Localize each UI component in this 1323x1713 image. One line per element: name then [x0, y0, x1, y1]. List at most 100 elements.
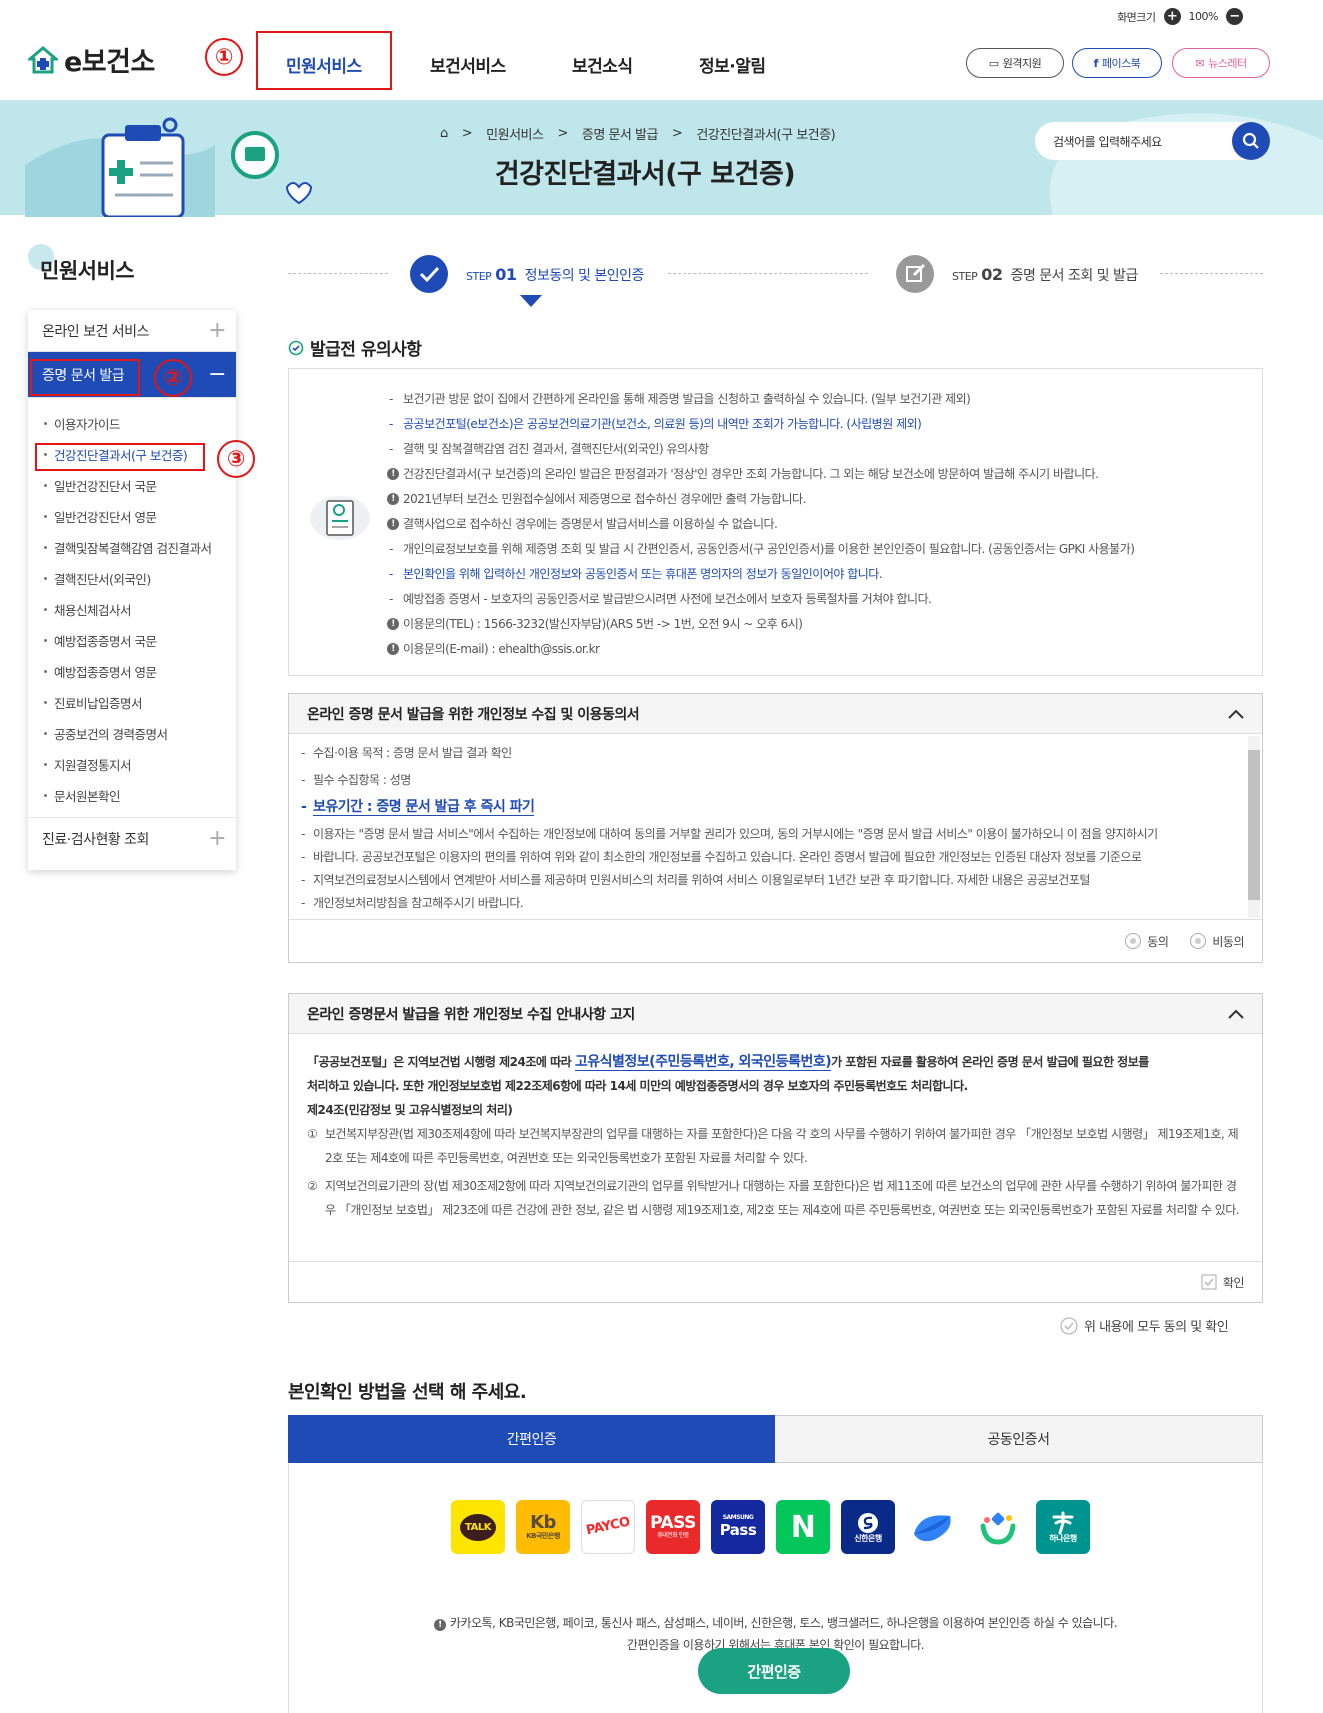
kakao-icon[interactable]: TALK	[451, 1500, 505, 1554]
consent-required: 필수 수집항목 : 성명	[289, 769, 1238, 792]
notice-item: 2021년부터 보건소 민원접수실에서 제증명으로 접수하신 경우에만 출력 가…	[387, 487, 1262, 512]
submenu-item[interactable]: 예방접종증명서 국문	[28, 625, 236, 656]
submenu-item[interactable]: 진료비납입증명서	[28, 687, 236, 718]
law-intro: 「공공보건포털」은 지역보건법 시행령 제24조에 따라 고유식별정보(주민등록…	[307, 1054, 1149, 1071]
submenu-item[interactable]: 지원결정통지서	[28, 749, 236, 780]
submenu-item[interactable]: 문서원본확인	[28, 780, 236, 811]
breadcrumb-item[interactable]: 민원서비스	[486, 124, 544, 143]
banksalad-icon[interactable]	[971, 1500, 1025, 1554]
submenu-item[interactable]: 결핵및잠복결핵감염 검진결과서	[28, 532, 236, 563]
hana-bank-icon[interactable]: 하나은행	[1036, 1500, 1090, 1554]
step1-check-icon	[410, 255, 448, 293]
nav-item-news[interactable]: 보건소식	[572, 52, 633, 77]
chevron-up-icon[interactable]	[1228, 709, 1244, 719]
newsletter-button[interactable]: ✉ 뉴스레터	[1172, 48, 1270, 78]
logo-text: e보건소	[64, 47, 155, 78]
search-icon	[1242, 132, 1259, 149]
law-header[interactable]: 온라인 증명문서 발급을 위한 개인정보 수집 안내사항 고지	[289, 994, 1262, 1034]
submenu-item[interactable]: 일반건강진단서 국문	[28, 470, 236, 501]
notice-item: 결핵 및 잠복결핵감염 검진 결과서, 결핵진단서(외국인) 유의사항	[389, 437, 1262, 462]
breadcrumb-item[interactable]: 증명 문서 발급	[582, 124, 659, 143]
submenu-item[interactable]: 결핵진단서(외국인)	[28, 563, 236, 594]
nav-item-info[interactable]: 정보·알림	[699, 52, 766, 77]
law-panel: 온라인 증명문서 발급을 위한 개인정보 수집 안내사항 고지 「공공보건포털」…	[288, 993, 1263, 1303]
zoom-out-icon[interactable]: −	[1226, 8, 1243, 25]
consent-header[interactable]: 온라인 증명 문서 발급을 위한 개인정보 수집 및 이용동의서	[289, 694, 1262, 734]
plus-icon: +	[208, 318, 226, 343]
step2-edit-icon	[896, 255, 934, 293]
search-button[interactable]	[1232, 122, 1270, 160]
mail-icon: ✉	[1195, 56, 1205, 70]
submenu-item[interactable]: 일반건강진단서 영문	[28, 501, 236, 532]
submenu-item[interactable]: 공중보건의 경력증명서	[28, 718, 236, 749]
submenu-item[interactable]: 채용신체검사서	[28, 594, 236, 625]
sidebar-title: 민원서비스	[40, 259, 135, 283]
toss-icon[interactable]	[906, 1500, 960, 1554]
agree-all-label: 위 내용에 모두 동의 및 확인	[1084, 1320, 1229, 1335]
law-body: 「공공보건포털」은 지역보건법 시행령 제24조에 따라 고유식별정보(주민등록…	[289, 1034, 1262, 1262]
breadcrumb-item[interactable]: 건강진단결과서(구 보건증)	[696, 124, 835, 143]
pass-icon[interactable]: PASS 휴대전화 인증	[646, 1500, 700, 1554]
auth-title: 본인확인 방법을 선택 해 주세요.	[288, 1382, 527, 1403]
banksalad-logo-icon	[980, 1512, 1016, 1545]
tab-simple-auth[interactable]: 간편인증	[288, 1415, 775, 1463]
annotation-1: ①	[205, 38, 243, 76]
notice-item: 건강진단결과서(구 보건증)의 온라인 발급은 판정결과가 '정상'인 경우만 …	[387, 462, 1262, 487]
radio-icon	[1125, 933, 1142, 949]
consent-body-line: 개인정보처리방침을 참고해주시기 바랍니다.	[289, 892, 1238, 915]
facebook-button[interactable]: f 페이스북	[1072, 48, 1162, 78]
tab-joint-cert[interactable]: 공동인증서	[775, 1415, 1263, 1463]
auth-provider-list: TALK Kb KB국민은행 PAYCO PASS 휴대전화 인증 SAMSUN…	[451, 1500, 1090, 1554]
hana-logo-icon	[1052, 1511, 1074, 1535]
law-title: 온라인 증명문서 발급을 위한 개인정보 수집 안내사항 고지	[307, 1006, 635, 1023]
kb-bank-icon[interactable]: Kb KB국민은행	[516, 1500, 570, 1554]
consent-purpose: 수집·이용 목적 : 증명 문서 발급 결과 확인	[289, 742, 1238, 765]
agree-radio[interactable]: 동의	[1125, 933, 1169, 950]
sidebar-item-records[interactable]: 진료·검사현황 조회 +	[28, 817, 236, 859]
shinhan-bank-icon[interactable]: 신한은행	[841, 1500, 895, 1554]
zoom-in-icon[interactable]: +	[1163, 8, 1181, 25]
notice-item: 공공보건포털(e보건소)은 공공보건의료기관(보건소, 의료원 등)의 내역만 …	[389, 412, 1262, 437]
naver-icon[interactable]: N	[776, 1500, 830, 1554]
zoom-value: 100%	[1188, 10, 1219, 23]
law-confirm-row: 확인	[289, 1262, 1262, 1302]
payco-icon[interactable]: PAYCO	[581, 1500, 635, 1554]
remote-support-button[interactable]: ▭ 원격지원	[966, 48, 1064, 78]
annotation-3: ③	[217, 440, 255, 478]
consent-body-line: 지역보건의료정보시스템에서 연계받아 서비스를 제공하며 민원서비스의 처리를 …	[289, 869, 1238, 892]
monitor-icon: ▭	[988, 56, 999, 70]
document-search-icon	[310, 496, 370, 540]
submenu-item[interactable]: 이용자가이드	[28, 408, 236, 439]
plus-icon: +	[208, 826, 226, 851]
step-arrow-down-icon	[520, 295, 542, 307]
law-article: 제24조(민감정보 및 고유식별정보의 처리)	[307, 1103, 513, 1117]
submenu-item[interactable]: 예방접종증명서 영문	[28, 656, 236, 687]
search-input[interactable]: 검색어를 입력해주세요	[1035, 122, 1270, 160]
shinhan-logo-icon	[858, 1512, 878, 1533]
logo-house-icon	[28, 45, 58, 73]
disagree-radio[interactable]: 비동의	[1190, 933, 1244, 950]
site-logo[interactable]: e보건소	[28, 40, 155, 79]
step2-label: STEP 02 증명 문서 조회 및 발급	[952, 265, 1138, 284]
notice-item: 결핵사업으로 접수하신 경우에는 증명문서 발급서비스를 이용하실 수 없습니다…	[387, 512, 1262, 537]
breadcrumb: ⌂ > 민원서비스 > 증명 문서 발급 > 건강진단결과서(구 보건증)	[440, 124, 836, 143]
consent-body: 수집·이용 목적 : 증명 문서 발급 결과 확인 필수 수집항목 : 성명 보…	[289, 734, 1262, 920]
nav-item-civil[interactable]: 민원서비스	[286, 52, 362, 77]
simple-auth-button[interactable]: 간편인증	[698, 1648, 850, 1694]
samsung-pass-icon[interactable]: SAMSUNG Pass	[711, 1500, 765, 1554]
agree-all-checkbox[interactable]: 위 내용에 모두 동의 및 확인	[1060, 1316, 1229, 1339]
scrollbar-thumb[interactable]	[1248, 750, 1260, 900]
toss-logo-icon	[914, 1515, 951, 1542]
notice-item: 보건기관 방문 없이 집에서 간편하게 온라인을 통해 제증명 발급을 신청하고…	[389, 387, 1262, 412]
law-item: ① 보건복지부장관(법 제30조제4항에 따라 보건복지부장관의 업무를 대행하는…	[307, 1127, 1239, 1165]
home-icon[interactable]: ⌂	[440, 126, 448, 141]
chevron-up-icon[interactable]	[1228, 1009, 1244, 1019]
facebook-icon: f	[1093, 56, 1099, 70]
consent-radio-group: 동의 비동의	[289, 920, 1262, 962]
nav-item-health[interactable]: 보건서비스	[430, 52, 506, 77]
check-circle-icon	[288, 340, 304, 355]
sidebar-item-online[interactable]: 온라인 보건 서비스 +	[28, 310, 236, 352]
scrollbar[interactable]	[1248, 736, 1260, 918]
zoom-controls: 화면크기 + 100% −	[1117, 8, 1243, 25]
confirm-checkbox[interactable]: 확인	[1201, 1274, 1245, 1291]
